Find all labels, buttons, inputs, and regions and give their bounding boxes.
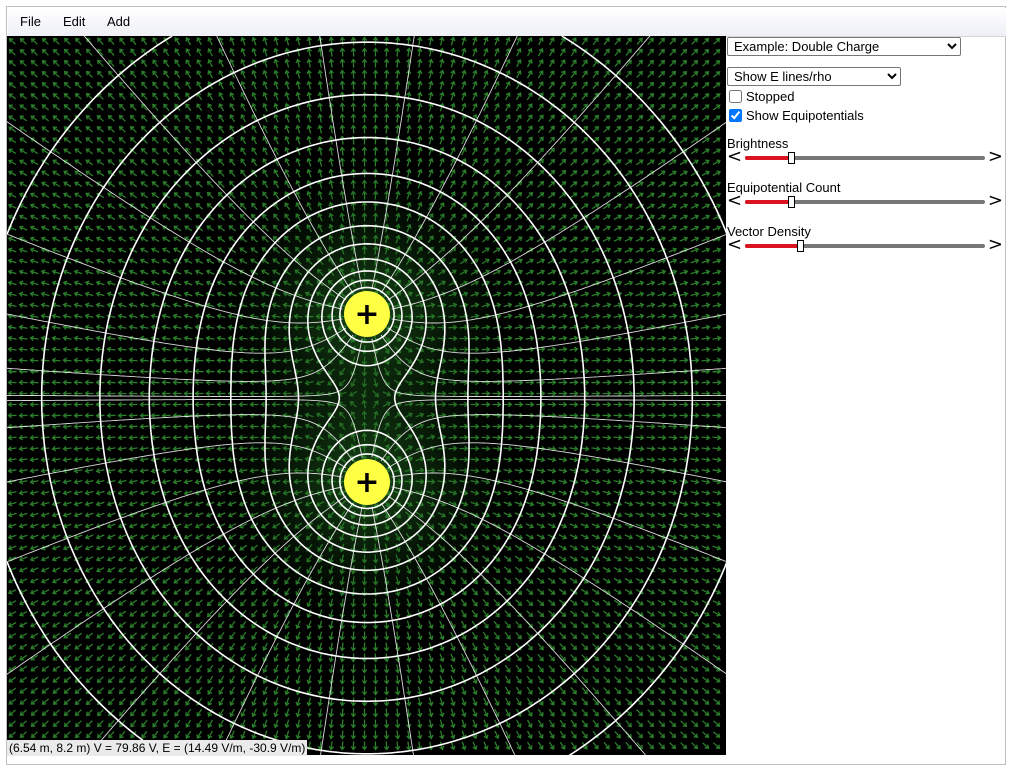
field-glow [217,164,517,632]
example-select[interactable]: Example: Double Charge [727,37,961,56]
control-panel: Example: Double Charge Show E lines/rho … [726,36,1005,756]
slider-track[interactable] [745,196,985,208]
slider-fill [745,156,791,160]
show-equipotentials-checkbox[interactable] [729,109,742,122]
stopped-label: Stopped [746,89,795,104]
brightness-slider[interactable]: < > [727,148,1005,166]
charge-sign: + [354,465,379,500]
slider-track[interactable] [745,240,985,252]
display-mode-select[interactable]: Show E lines/rho [727,67,901,86]
show-equipotentials-checkbox-row[interactable]: Show Equipotentials [727,108,864,123]
show-equipotentials-label: Show Equipotentials [746,108,864,123]
menu-add[interactable]: Add [107,14,130,29]
menu-bar: File Edit Add [8,8,1006,37]
equipotential-count-slider[interactable]: < > [727,192,1005,210]
chevron-right-icon[interactable]: > [988,148,1003,166]
slider-track[interactable] [745,152,985,164]
chevron-left-icon[interactable]: < [727,192,742,210]
slider-thumb[interactable] [787,196,795,208]
menu-edit[interactable]: Edit [63,14,85,29]
stopped-checkbox[interactable] [729,90,742,103]
status-readout: (6.54 m, 8.2 m) V = 79.86 V, E = (14.49 … [7,740,308,756]
point-charge[interactable]: + [344,291,390,337]
menu-file[interactable]: File [20,14,41,29]
slider-fill [745,244,801,248]
slider-thumb[interactable] [797,240,805,252]
slider-fill [745,200,791,204]
field-visualization[interactable]: ++ [7,36,726,755]
simulation-canvas[interactable]: + + [7,36,726,755]
charge-sign: + [354,297,379,332]
stopped-checkbox-row[interactable]: Stopped [727,89,794,104]
chevron-left-icon[interactable]: < [727,148,742,166]
point-charge[interactable]: + [344,459,390,505]
equipotential-count-label: Equipotential Count [727,180,841,195]
chevron-left-icon[interactable]: < [727,236,742,254]
chevron-right-icon[interactable]: > [988,192,1003,210]
slider-thumb[interactable] [787,152,795,164]
app-frame: File Edit Add + + (6.54 m, 8.2 m) V = 79.… [6,6,1006,765]
vector-density-slider[interactable]: < > [727,236,1005,254]
chevron-right-icon[interactable]: > [988,236,1003,254]
